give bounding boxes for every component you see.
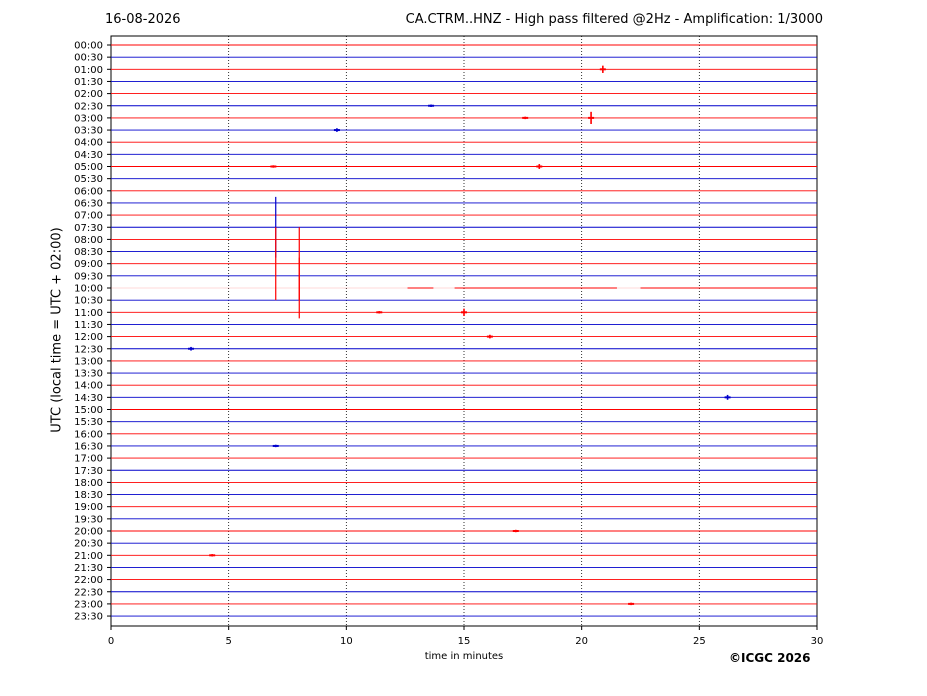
y-tick-label: 07:00 [74, 211, 103, 222]
y-tick-label: 11:00 [74, 308, 103, 319]
y-tick-label: 05:00 [74, 162, 103, 173]
y-tick-label: 04:30 [74, 150, 103, 161]
x-tick-label: 20 [575, 636, 588, 647]
y-tick-label: 15:00 [74, 405, 103, 416]
x-axis-label: time in minutes [424, 651, 504, 662]
y-tick-label: 16:30 [74, 441, 103, 452]
y-tick-label: 23:00 [74, 599, 103, 610]
y-tick-label: 23:30 [74, 612, 103, 623]
y-tick-label: 04:00 [74, 138, 103, 149]
copyright-notice: ©ICGC 2026 [729, 651, 811, 665]
x-tick-label: 25 [693, 636, 706, 647]
seismogram-plot: 00:0000:3001:0001:3002:0002:3003:00 03:30… [74, 35, 824, 647]
x-tick-label: 15 [458, 636, 471, 647]
y-axis-ticks: 00:0000:3001:0001:3002:0002:3003:00 03:30… [74, 41, 111, 623]
y-tick-label: 20:30 [74, 539, 103, 550]
y-tick-label: 12:30 [74, 344, 103, 355]
y-tick-label: 09:00 [74, 259, 103, 270]
y-tick-label: 21:30 [74, 563, 103, 574]
grid-lines [228, 36, 700, 626]
y-tick-label: 02:30 [74, 101, 103, 112]
y-tick-label: 02:00 [74, 89, 103, 100]
y-tick-label: 19:00 [74, 502, 103, 513]
y-tick-label: 11:30 [74, 320, 103, 331]
x-axis-ticks: 0 5 10 15 20 25 30 [108, 626, 824, 647]
y-tick-label: 18:30 [74, 490, 103, 501]
y-tick-label: 17:00 [74, 454, 103, 465]
y-tick-label: 00:00 [74, 41, 103, 52]
y-tick-label: 07:30 [74, 223, 103, 234]
y-tick-label: 10:00 [74, 284, 103, 295]
y-tick-label: 12:00 [74, 332, 103, 343]
y-tick-label: 10:30 [74, 296, 103, 307]
y-tick-label: 13:00 [74, 356, 103, 367]
y-tick-label: 17:30 [74, 466, 103, 477]
y-tick-label: 18:00 [74, 478, 103, 489]
y-tick-label: 06:00 [74, 186, 103, 197]
y-tick-label: 22:30 [74, 587, 103, 598]
y-tick-label: 01:30 [74, 77, 103, 88]
y-tick-label: 00:30 [74, 53, 103, 64]
y-tick-label: 03:30 [74, 126, 103, 137]
y-axis-label: UTC (local time = UTC + 02:00) [49, 227, 65, 433]
y-tick-label: 08:00 [74, 235, 103, 246]
y-tick-label: 05:30 [74, 174, 103, 185]
y-tick-label: 06:30 [74, 198, 103, 209]
y-tick-label: 03:00 [74, 113, 103, 124]
y-tick-label: 14:00 [74, 381, 103, 392]
y-tick-label: 16:00 [74, 429, 103, 440]
y-tick-label: 21:00 [74, 551, 103, 562]
y-tick-label: 01:00 [74, 65, 103, 76]
y-tick-label: 20:00 [74, 527, 103, 538]
y-tick-label: 14:30 [74, 393, 103, 404]
y-tick-label: 09:30 [74, 271, 103, 282]
y-tick-label: 13:30 [74, 369, 103, 380]
x-tick-label: 0 [108, 636, 114, 647]
x-tick-label: 30 [811, 636, 824, 647]
x-tick-label: 5 [225, 636, 231, 647]
x-tick-label: 10 [340, 636, 353, 647]
y-tick-label: 19:30 [74, 514, 103, 525]
y-tick-label: 08:30 [74, 247, 103, 258]
y-tick-label: 22:00 [74, 575, 103, 586]
y-tick-label: 15:30 [74, 417, 103, 428]
